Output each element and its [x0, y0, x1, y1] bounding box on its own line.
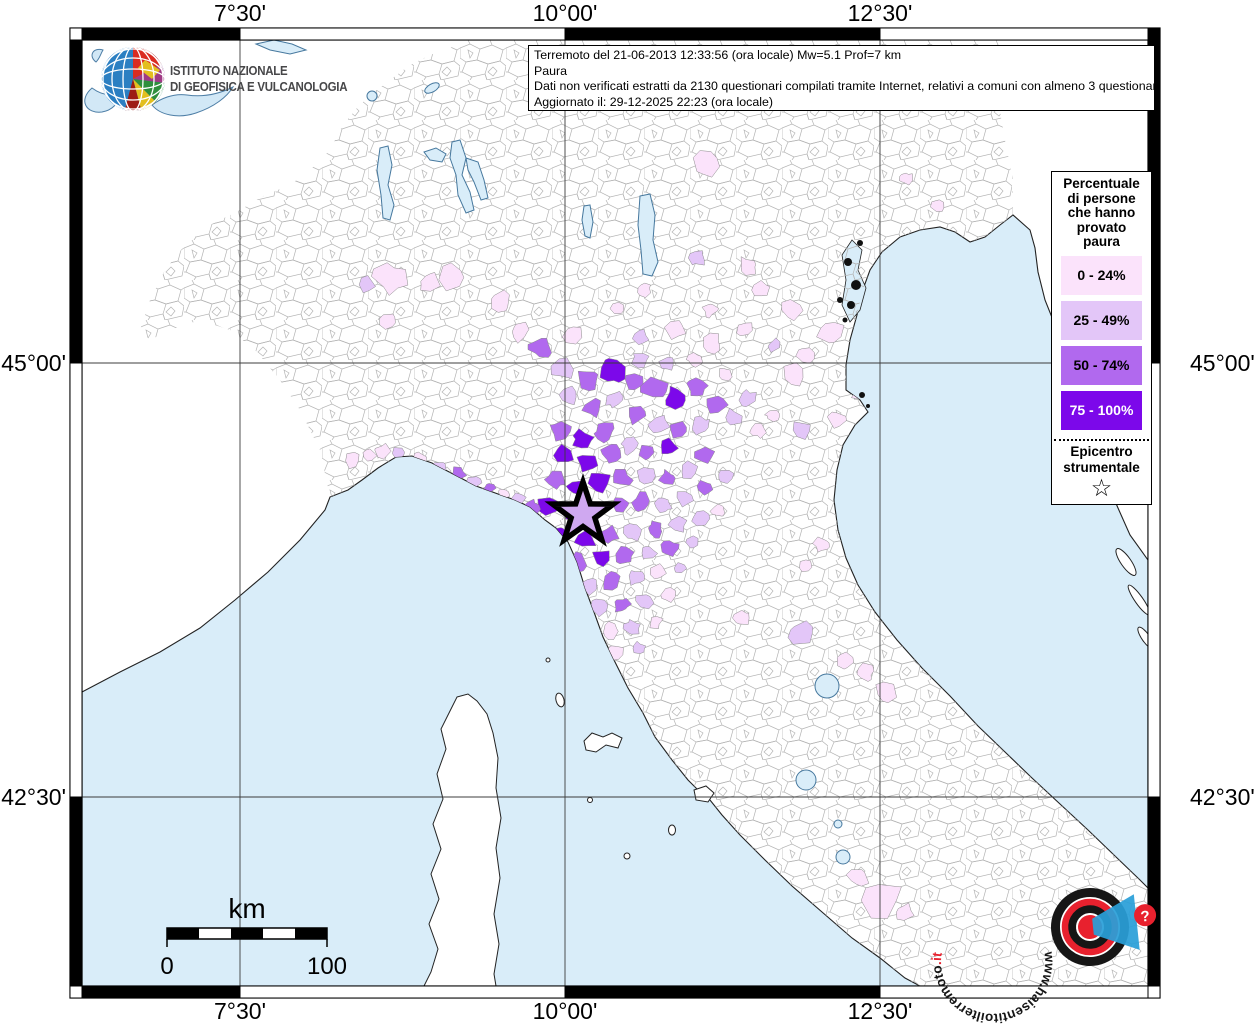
- axis-top-1: 7°30': [214, 0, 266, 26]
- scale-bar-end: 100: [307, 953, 347, 980]
- lake-bolsena: [795, 769, 817, 791]
- pianosa-island: [587, 797, 593, 803]
- legend-divider: [1054, 438, 1149, 441]
- comune-patch: [577, 370, 599, 392]
- axis-top-2: 10°00': [533, 0, 598, 26]
- event-info-line-4: Aggiornato il: 29-12-2025 22:23 (ora loc…: [534, 94, 774, 109]
- legend-title-line: paura: [1083, 234, 1120, 249]
- lake-vico: [833, 819, 843, 829]
- scale-bar-start: 0: [160, 953, 173, 980]
- legend-epicenter-label-1: Epicentro: [1070, 443, 1133, 459]
- legend-title-line: di persone: [1067, 190, 1136, 206]
- event-info-line-3: Dati non verificati estratti da 2130 que…: [534, 79, 1155, 94]
- legend-title-line: Percentuale: [1063, 176, 1140, 191]
- map-page: 7°30' 10°00' 12°30' 7°30' 10°00' 12°30' …: [0, 0, 1254, 1024]
- gorgona-island: [545, 657, 551, 663]
- lake-trasimeno: [814, 673, 840, 699]
- axis-right-2: 42°30': [1190, 784, 1254, 810]
- ingv-logo-text-2: DI GEOFISICA E VULCANOLOGIA: [170, 80, 348, 95]
- legend: Percentuale di persone che hanno provato…: [1051, 171, 1152, 505]
- legend-swatch-75-100: 75 - 100%: [1061, 390, 1142, 430]
- alpine-lake: [366, 90, 378, 102]
- axis-bottom-3: 12°30': [848, 998, 913, 1024]
- legend-title: Percentuale di persone che hanno provato…: [1052, 172, 1151, 250]
- legend-swatch-50-74: 50 - 74%: [1061, 345, 1142, 385]
- axis-left-2: 42°30': [1, 784, 66, 810]
- axis-bottom-2: 10°00': [533, 998, 598, 1024]
- axis-bottom-1: 7°30': [214, 998, 266, 1024]
- axis-right-1: 45°00': [1190, 350, 1254, 376]
- scale-bar-unit: km: [228, 893, 265, 924]
- giglio-island: [668, 824, 676, 836]
- event-info-line-2: Paura: [534, 63, 568, 78]
- lake-bracciano: [835, 849, 851, 865]
- ingv-logo-text-1: ISTITUTO NAZIONALE: [170, 64, 288, 79]
- comune-patch: [719, 368, 733, 381]
- legend-epicenter-label-2: strumentale: [1063, 459, 1140, 475]
- legend-swatch-0-24: 0 - 24%: [1061, 255, 1142, 295]
- map-canvas: 7°30' 10°00' 12°30' 7°30' 10°00' 12°30' …: [1, 0, 1254, 1024]
- event-info-line-1: Terremoto del 21-06-2013 12:33:56 (ora l…: [534, 48, 902, 62]
- axis-top-3: 12°30': [848, 0, 913, 26]
- legend-title-line: provato: [1076, 219, 1127, 235]
- legend-title-line: che hanno: [1067, 205, 1136, 220]
- epicenter-star-icon: ☆: [1090, 474, 1113, 502]
- montecristo-island: [623, 852, 631, 860]
- comune-patch: [636, 467, 656, 485]
- event-info-box: Terremoto del 21-06-2013 12:33:56 (ora l…: [528, 45, 1155, 111]
- axis-left-1: 45°00': [1, 350, 66, 376]
- hsit-question-mark: ?: [1140, 908, 1151, 926]
- legend-swatch-25-49: 25 - 49%: [1061, 300, 1142, 340]
